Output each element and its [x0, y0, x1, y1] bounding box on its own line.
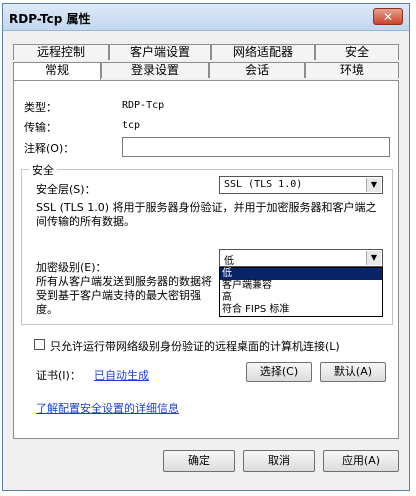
- tab-network-adapter[interactable]: 网络适配器: [211, 44, 315, 60]
- security-layer-label: 安全层(S)：: [36, 183, 96, 196]
- security-layer-description: SSL (TLS 1.0) 将用于服务器身份验证，并用于加密服务器和客户端之间传…: [36, 201, 377, 228]
- comment-label: 注释(O)：: [24, 142, 75, 155]
- close-icon: ✕: [382, 10, 394, 24]
- encryption-level-description: 所有从客户端发送到服务器的数据将受到基于客户端支持的最大密钥强度。: [36, 275, 212, 316]
- tab-logon-settings[interactable]: 登录设置: [101, 62, 209, 78]
- tab-general[interactable]: 常规: [13, 62, 101, 80]
- encryption-level-dropdown: 低 客户端兼容 高 符合 FIPS 标准: [219, 267, 383, 317]
- properties-dialog: RDP-Tcp 属性 ✕ 远程控制 客户端设置 网络适配器 安全 常规 登录设置…: [2, 3, 410, 491]
- ok-button[interactable]: 确定: [163, 450, 235, 472]
- chevron-down-icon[interactable]: ▼: [366, 178, 381, 192]
- certificate-value-link[interactable]: 已自动生成: [94, 367, 149, 383]
- type-value: RDP-Tcp: [122, 100, 165, 111]
- dropdown-option-client-compatible[interactable]: 客户端兼容: [220, 280, 382, 292]
- nla-checkbox[interactable]: [34, 339, 45, 350]
- transport-value: tcp: [122, 120, 141, 131]
- chevron-down-icon[interactable]: ▼: [366, 251, 381, 265]
- tab-environment[interactable]: 环境: [305, 62, 399, 78]
- type-label: 类型：: [24, 101, 57, 114]
- nla-checkbox-label[interactable]: 只允许运行带网络级别身份验证的远程桌面的计算机连接(L): [50, 338, 340, 354]
- title-bar[interactable]: RDP-Tcp 属性 ✕: [3, 4, 409, 31]
- tab-client-settings[interactable]: 客户端设置: [109, 44, 211, 60]
- certificate-select-button[interactable]: 选择(C): [246, 362, 312, 382]
- cancel-button[interactable]: 取消: [243, 450, 315, 472]
- dropdown-option-low[interactable]: 低: [220, 268, 382, 280]
- security-layer-select[interactable]: SSL (TLS 1.0) ▼: [219, 176, 383, 194]
- dropdown-option-fips[interactable]: 符合 FIPS 标准: [220, 304, 382, 316]
- security-group-title: 安全: [29, 162, 57, 178]
- certificate-default-button[interactable]: 默认(A): [320, 362, 386, 382]
- tab-security[interactable]: 安全: [315, 44, 399, 60]
- learn-more-link[interactable]: 了解配置安全设置的详细信息: [36, 400, 179, 416]
- tab-remote-control[interactable]: 远程控制: [13, 44, 109, 60]
- window-title: RDP-Tcp 属性: [9, 12, 91, 26]
- encryption-level-label: 加密级别(E)：: [36, 261, 107, 274]
- tab-session[interactable]: 会话: [209, 62, 305, 78]
- comment-input[interactable]: [122, 137, 390, 157]
- dropdown-option-high[interactable]: 高: [220, 292, 382, 304]
- tab-row-2: 常规 登录设置 会话 环境: [13, 62, 399, 80]
- apply-button[interactable]: 应用(A): [323, 450, 399, 472]
- encryption-level-value: 低: [224, 256, 234, 267]
- close-button[interactable]: ✕: [373, 8, 403, 25]
- tab-row-1: 远程控制 客户端设置 网络适配器 安全: [13, 44, 399, 60]
- transport-label: 传输：: [24, 121, 57, 134]
- tab-panel-general: 类型： RDP-Tcp 传输： tcp 注释(O)： 安全 安全层(S)： SS…: [13, 80, 399, 439]
- certificate-label: 证书(I)：: [36, 369, 81, 382]
- encryption-level-select[interactable]: 低 ▼: [219, 249, 383, 267]
- security-layer-value: SSL (TLS 1.0): [224, 179, 303, 190]
